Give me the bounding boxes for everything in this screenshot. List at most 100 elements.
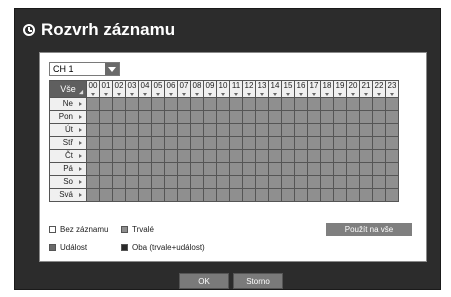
schedule-cell[interactable] <box>230 111 243 124</box>
schedule-cell[interactable] <box>269 176 282 189</box>
schedule-cell[interactable] <box>191 111 204 124</box>
schedule-cell[interactable] <box>321 137 334 150</box>
schedule-cell[interactable] <box>243 111 256 124</box>
schedule-cell[interactable] <box>87 98 100 111</box>
hour-header[interactable]: 13 <box>256 81 269 98</box>
schedule-cell[interactable] <box>113 98 126 111</box>
schedule-cell[interactable] <box>87 176 100 189</box>
schedule-cell[interactable] <box>282 111 295 124</box>
hour-header[interactable]: 23 <box>386 81 399 98</box>
schedule-cell[interactable] <box>178 176 191 189</box>
schedule-cell[interactable] <box>373 137 386 150</box>
schedule-cell[interactable] <box>191 137 204 150</box>
schedule-cell[interactable] <box>347 176 360 189</box>
schedule-cell[interactable] <box>295 137 308 150</box>
hour-header[interactable]: 05 <box>152 81 165 98</box>
schedule-cell[interactable] <box>204 124 217 137</box>
schedule-cell[interactable] <box>100 163 113 176</box>
schedule-cell[interactable] <box>100 137 113 150</box>
schedule-cell[interactable] <box>282 98 295 111</box>
schedule-cell[interactable] <box>386 98 399 111</box>
schedule-cell[interactable] <box>100 111 113 124</box>
schedule-cell[interactable] <box>386 150 399 163</box>
schedule-cell[interactable] <box>321 150 334 163</box>
schedule-cell[interactable] <box>282 189 295 202</box>
hour-header[interactable]: 10 <box>217 81 230 98</box>
schedule-cell[interactable] <box>243 137 256 150</box>
schedule-cell[interactable] <box>334 163 347 176</box>
chevron-down-icon[interactable] <box>105 63 119 75</box>
schedule-cell[interactable] <box>334 111 347 124</box>
schedule-cell[interactable] <box>139 124 152 137</box>
day-row-header[interactable]: Út <box>50 124 87 137</box>
schedule-cell[interactable] <box>347 98 360 111</box>
schedule-cell[interactable] <box>295 176 308 189</box>
schedule-cell[interactable] <box>204 163 217 176</box>
schedule-cell[interactable] <box>373 163 386 176</box>
schedule-cell[interactable] <box>295 150 308 163</box>
schedule-cell[interactable] <box>165 124 178 137</box>
hour-header[interactable]: 20 <box>347 81 360 98</box>
schedule-cell[interactable] <box>282 150 295 163</box>
schedule-cell[interactable] <box>87 124 100 137</box>
schedule-cell[interactable] <box>360 124 373 137</box>
schedule-cell[interactable] <box>308 176 321 189</box>
schedule-cell[interactable] <box>165 98 178 111</box>
schedule-cell[interactable] <box>321 163 334 176</box>
schedule-cell[interactable] <box>295 124 308 137</box>
schedule-cell[interactable] <box>243 98 256 111</box>
schedule-cell[interactable] <box>295 163 308 176</box>
hour-header[interactable]: 22 <box>373 81 386 98</box>
schedule-cell[interactable] <box>373 124 386 137</box>
schedule-cell[interactable] <box>126 124 139 137</box>
schedule-cell[interactable] <box>139 189 152 202</box>
hour-header[interactable]: 17 <box>308 81 321 98</box>
schedule-cell[interactable] <box>321 176 334 189</box>
schedule-cell[interactable] <box>230 176 243 189</box>
schedule-cell[interactable] <box>113 150 126 163</box>
schedule-cell[interactable] <box>308 163 321 176</box>
schedule-cell[interactable] <box>217 98 230 111</box>
schedule-cell[interactable] <box>204 189 217 202</box>
schedule-cell[interactable] <box>347 124 360 137</box>
schedule-cell[interactable] <box>321 124 334 137</box>
schedule-cell[interactable] <box>152 98 165 111</box>
schedule-cell[interactable] <box>282 137 295 150</box>
schedule-cell[interactable] <box>360 176 373 189</box>
schedule-cell[interactable] <box>230 189 243 202</box>
hour-header[interactable]: 07 <box>178 81 191 98</box>
schedule-cell[interactable] <box>152 189 165 202</box>
schedule-cell[interactable] <box>178 137 191 150</box>
schedule-cell[interactable] <box>126 98 139 111</box>
schedule-cell[interactable] <box>243 176 256 189</box>
schedule-cell[interactable] <box>126 137 139 150</box>
schedule-cell[interactable] <box>113 111 126 124</box>
schedule-cell[interactable] <box>204 137 217 150</box>
schedule-cell[interactable] <box>360 137 373 150</box>
day-row-header[interactable]: Stř <box>50 137 87 150</box>
schedule-cell[interactable] <box>373 176 386 189</box>
schedule-cell[interactable] <box>386 163 399 176</box>
hour-header[interactable]: 18 <box>321 81 334 98</box>
schedule-cell[interactable] <box>100 98 113 111</box>
schedule-cell[interactable] <box>282 124 295 137</box>
schedule-cell[interactable] <box>308 98 321 111</box>
schedule-cell[interactable] <box>269 111 282 124</box>
schedule-cell[interactable] <box>87 111 100 124</box>
hour-header[interactable]: 15 <box>282 81 295 98</box>
schedule-cell[interactable] <box>100 176 113 189</box>
hour-header[interactable]: 04 <box>139 81 152 98</box>
schedule-cell[interactable] <box>334 137 347 150</box>
day-row-header[interactable]: So <box>50 176 87 189</box>
schedule-cell[interactable] <box>282 163 295 176</box>
hour-header[interactable]: 19 <box>334 81 347 98</box>
schedule-cell[interactable] <box>373 189 386 202</box>
schedule-cell[interactable] <box>308 124 321 137</box>
schedule-cell[interactable] <box>256 111 269 124</box>
schedule-cell[interactable] <box>217 176 230 189</box>
schedule-cell[interactable] <box>334 189 347 202</box>
schedule-cell[interactable] <box>113 176 126 189</box>
select-all-header[interactable]: Vše <box>50 81 87 98</box>
schedule-cell[interactable] <box>126 176 139 189</box>
schedule-cell[interactable] <box>321 98 334 111</box>
